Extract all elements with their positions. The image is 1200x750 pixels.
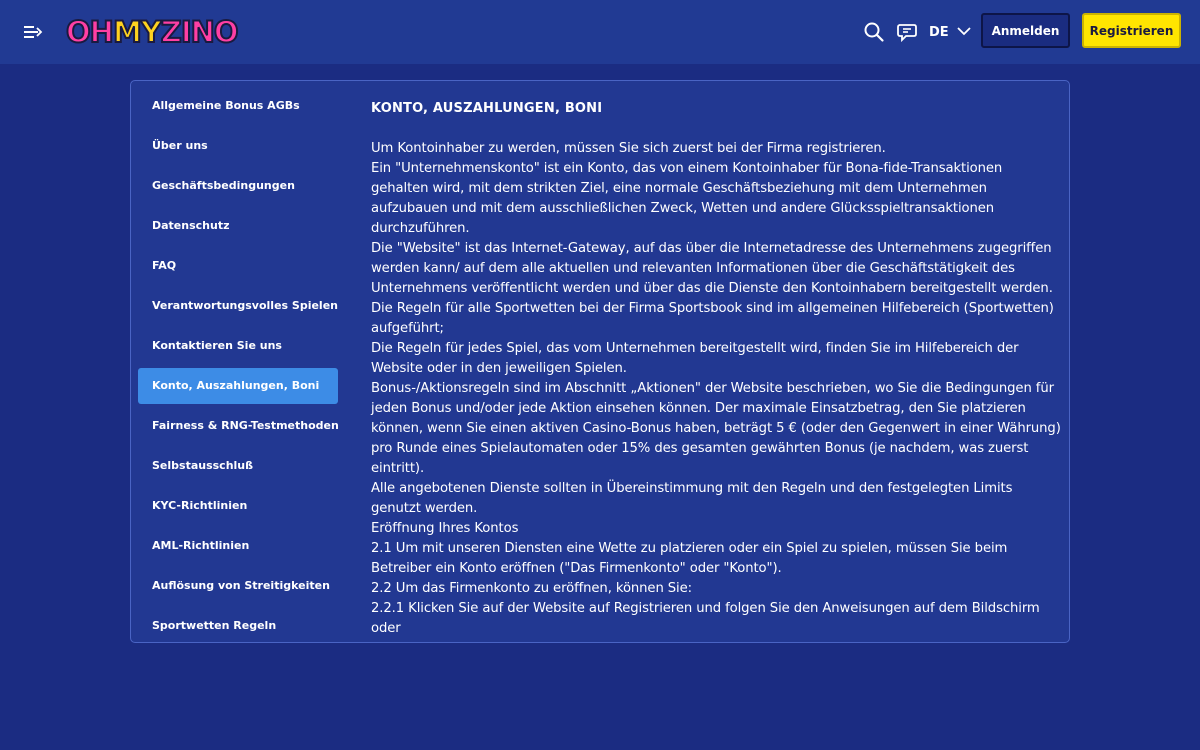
article-body: Um Kontoinhaber zu werden, müssen Sie si… [371, 139, 1061, 642]
logo-text-oh: OH [65, 14, 115, 50]
sidebar-item[interactable]: Datenschutz [138, 208, 338, 244]
sidebar-item[interactable]: Fairness & RNG-Testmethoden [138, 408, 339, 444]
sidebar-item[interactable]: Geschäftsbedingungen [138, 168, 338, 204]
site-logo[interactable]: OHMYZINO [65, 14, 240, 50]
article-paragraph: 2.2 Um das Firmenkonto zu eröffnen, könn… [371, 581, 692, 596]
chevron-down-icon [957, 25, 971, 40]
sidebar-item[interactable]: Sportwetten Regeln [138, 608, 338, 642]
sidebar-item[interactable]: Über uns [138, 128, 338, 164]
sidebar-item[interactable]: FAQ [138, 248, 338, 284]
logo-text-my: MY [112, 14, 163, 50]
article-paragraph: Die Regeln für alle Sportwetten bei der … [371, 301, 1054, 336]
sidebar-item[interactable]: Selbstausschluß [138, 448, 338, 484]
article-paragraph: Die Regeln für jedes Spiel, das vom Unte… [371, 341, 1019, 376]
page-title: KONTO, AUSZAHLUNGEN, BONI [371, 101, 603, 116]
sidebar-item[interactable]: Konto, Auszahlungen, Boni [138, 368, 338, 404]
sidebar-item[interactable]: Kontaktieren Sie uns [138, 328, 338, 364]
top-header: OHMYZINO DE Anmelden Registrieren [0, 0, 1200, 64]
article-paragraph: Die "Website" ist das Internet-Gateway, … [371, 241, 1053, 296]
article-paragraph: Alle angebotenen Dienste sollten in Über… [371, 481, 1013, 516]
language-code: DE [929, 24, 949, 40]
sidebar-item[interactable]: Auflösung von Streitigkeiten [138, 568, 338, 604]
article-paragraph: Um Kontoinhaber zu werden, müssen Sie si… [371, 141, 886, 156]
article-paragraph: Bonus-/Aktionsregeln sind im Abschnitt „… [371, 381, 1061, 476]
login-button[interactable]: Anmelden [981, 13, 1070, 48]
article-paragraph: 2.1 Um mit unseren Diensten eine Wette z… [371, 541, 1008, 576]
article-paragraph: Eröffnung Ihres Kontos [371, 521, 519, 536]
logo-text-zino: ZINO [160, 14, 240, 50]
sidebar-item[interactable]: Verantwortungsvolles Spielen [138, 288, 338, 324]
register-button[interactable]: Registrieren [1082, 13, 1181, 48]
menu-toggle-icon[interactable] [22, 22, 44, 42]
article-paragraph: Ein "Unternehmenskonto" ist ein Konto, d… [371, 161, 1003, 236]
sidebar-item[interactable]: AML-Richtlinien [138, 528, 338, 564]
chat-icon[interactable] [895, 20, 919, 44]
language-selector[interactable]: DE [929, 22, 971, 42]
article-paragraph: 2.2.2 Eröffnen eines Kontos durch eine a… [371, 639, 1061, 642]
sidebar-item[interactable]: KYC-Richtlinien [138, 488, 338, 524]
article-paragraph: 2.2.1 Klicken Sie auf der Website auf Re… [371, 601, 1040, 636]
search-icon[interactable] [862, 20, 886, 44]
sidebar-nav: Allgemeine Bonus AGBs Über uns Geschäftsbe… [138, 88, 339, 642]
article-content: KONTO, AUSZAHLUNGEN, BONI Um Kontoinhabe… [371, 101, 1061, 642]
content-panel: Allgemeine Bonus AGBs Über uns Geschäftsbe… [130, 80, 1070, 643]
sidebar-item[interactable]: Allgemeine Bonus AGBs [138, 88, 338, 124]
